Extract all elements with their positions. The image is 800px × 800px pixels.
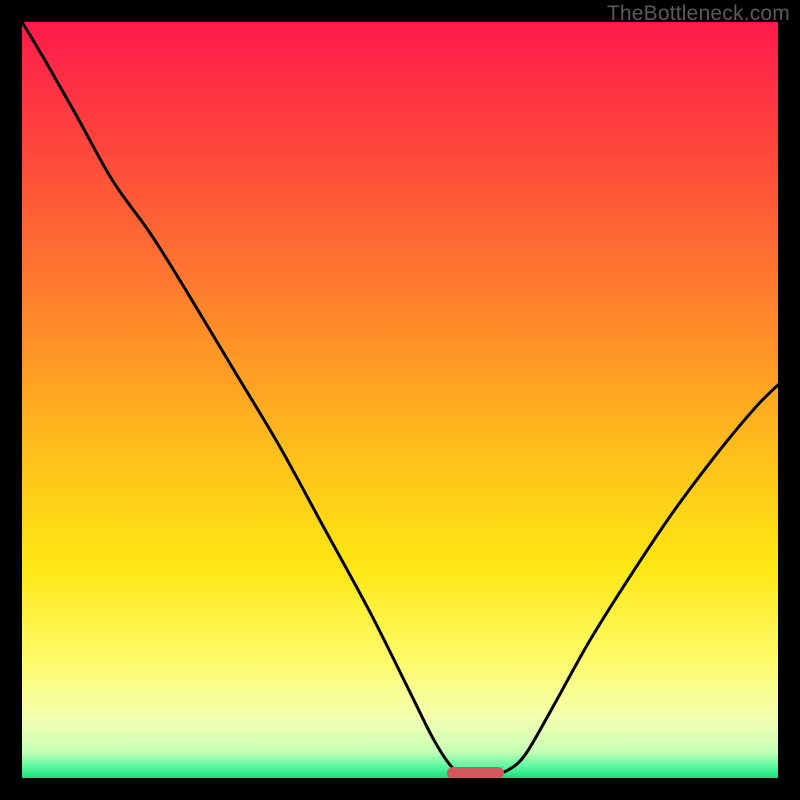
watermark-label: TheBottleneck.com: [607, 2, 790, 26]
optimal-range-marker: [447, 767, 504, 778]
chart-frame: TheBottleneck.com: [0, 0, 800, 800]
chart-plot-area: [22, 22, 778, 778]
chart-curve: [22, 22, 778, 778]
